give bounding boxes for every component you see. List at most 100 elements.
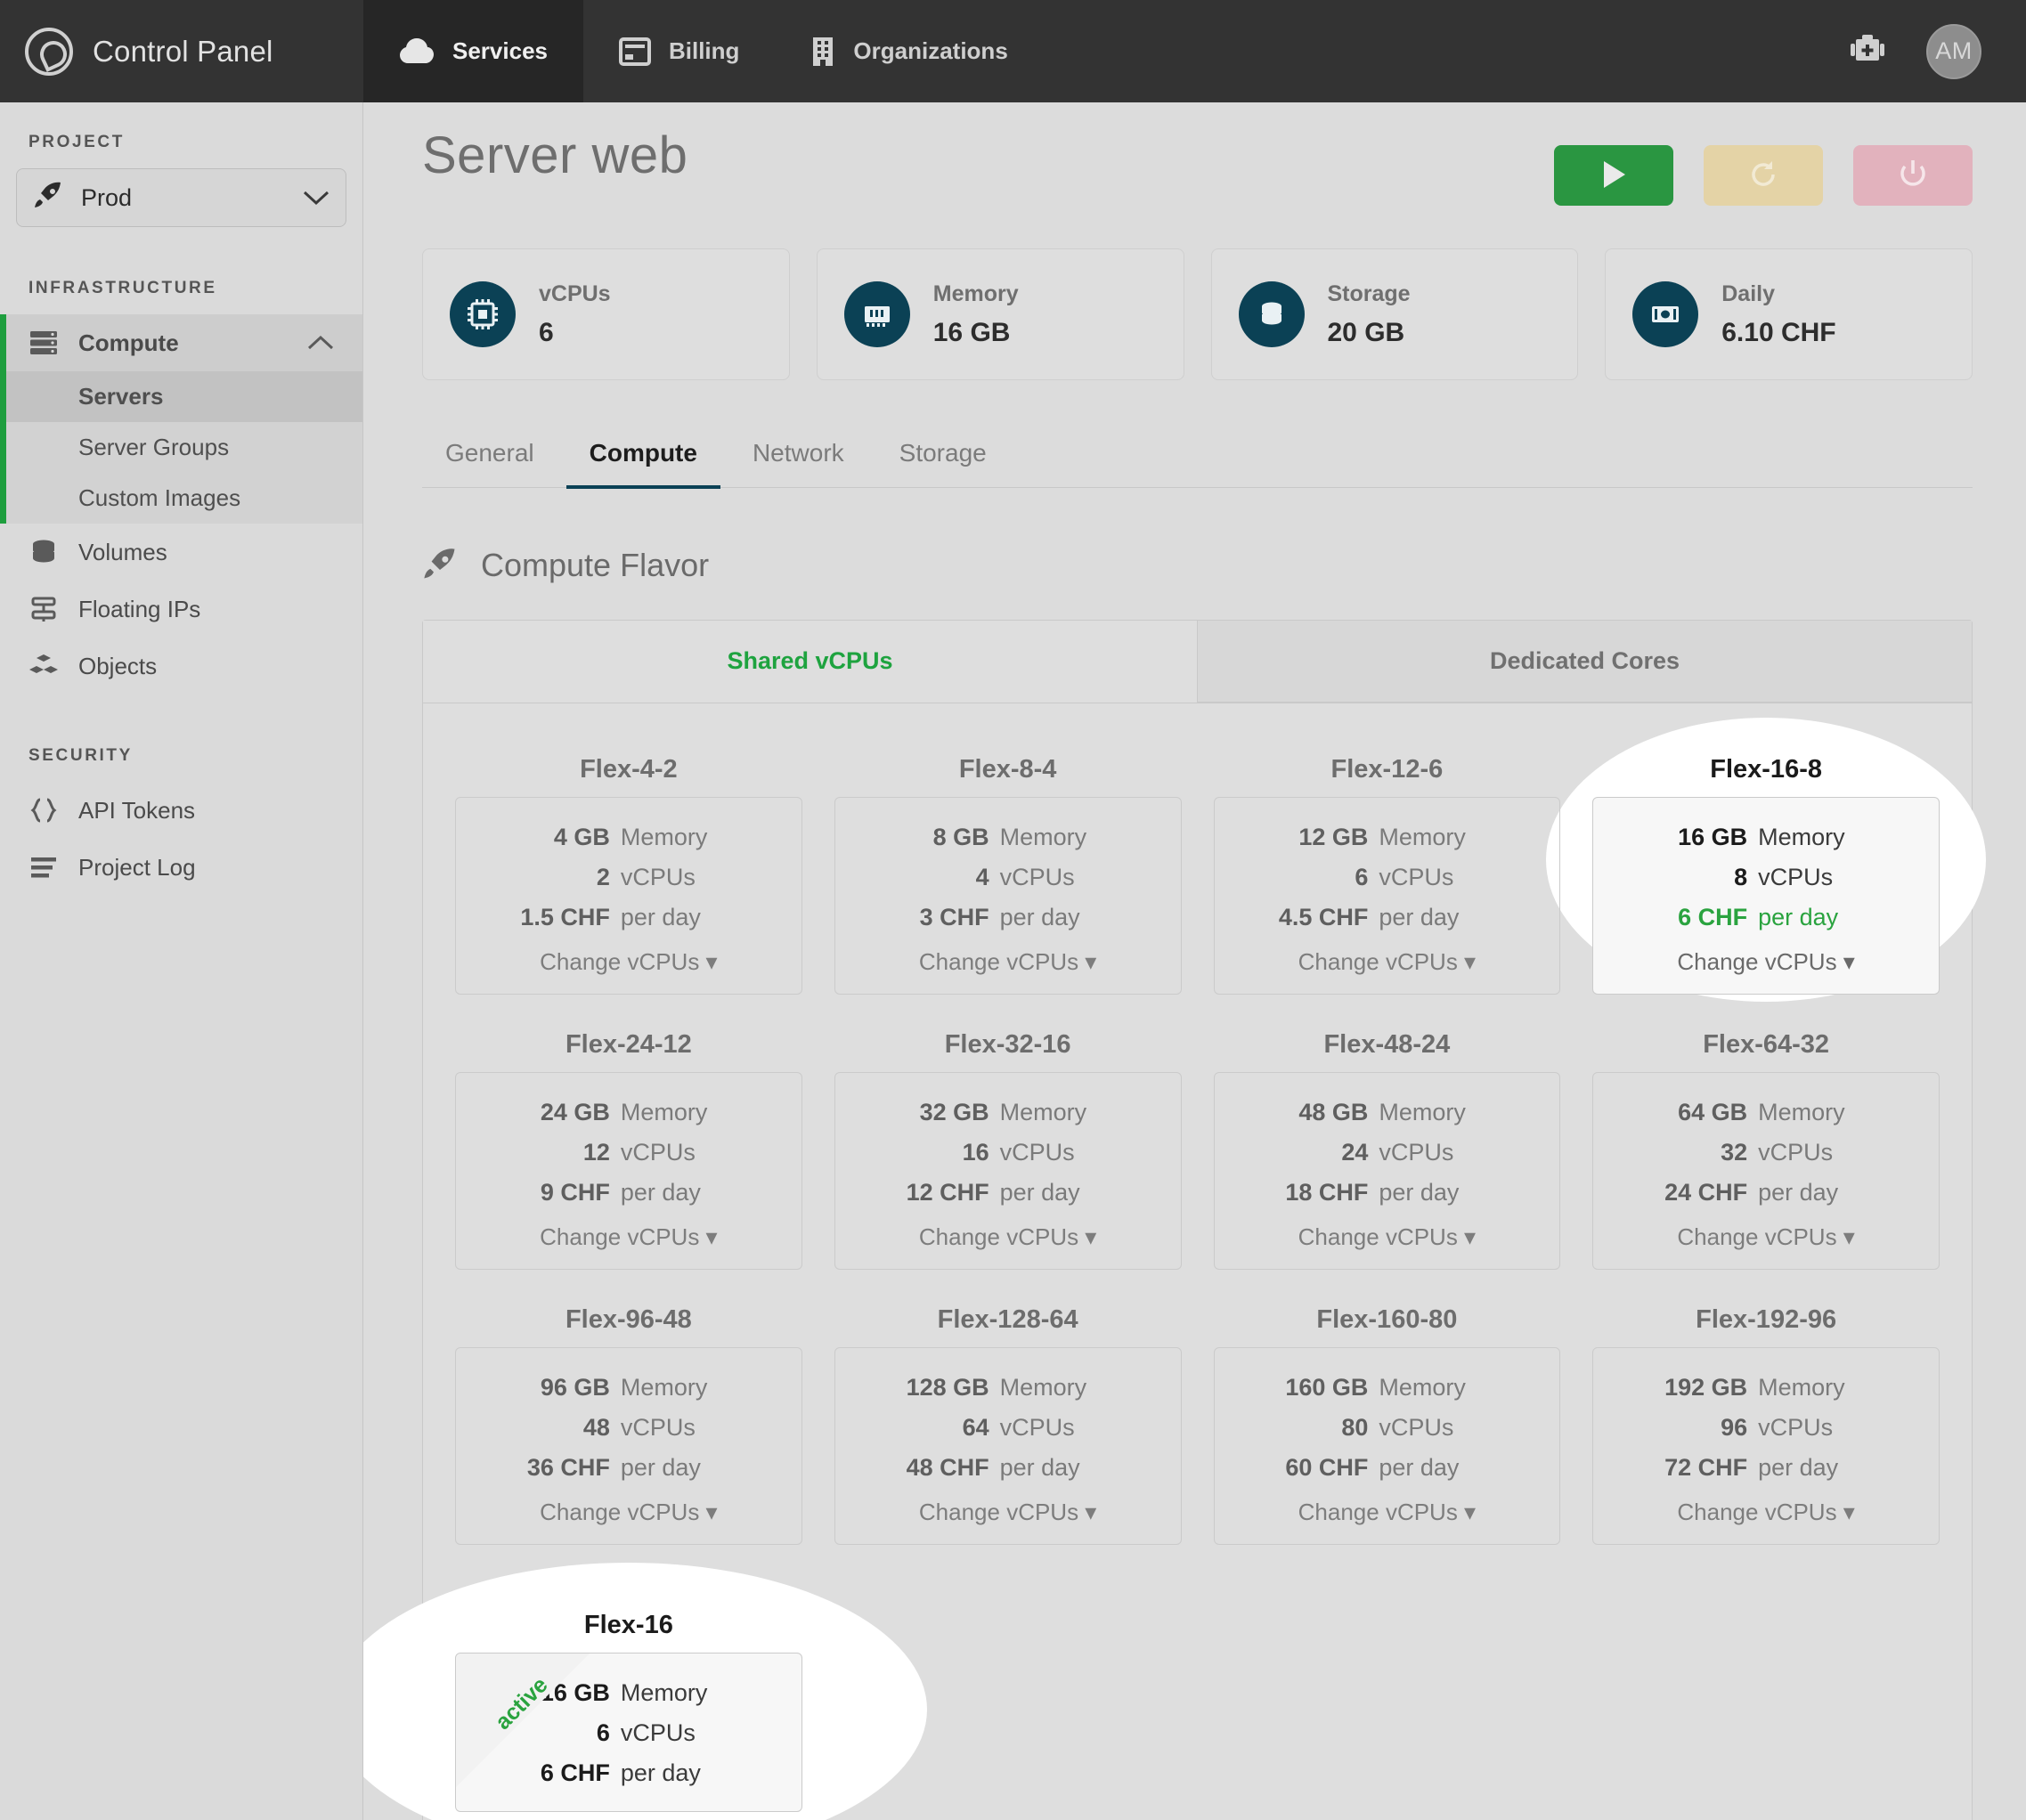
flavor-price-unit: per day — [1758, 1179, 1839, 1206]
flavor-price-unit: per day — [999, 1179, 1080, 1206]
flavor-price-unit: per day — [1758, 904, 1839, 930]
tab-storage[interactable]: Storage — [876, 430, 1010, 489]
flavor-card[interactable]: Flex-32-16 32 GB Memory 16 vCPUs 12 CHF per… — [834, 1009, 1182, 1284]
stat-card-memory: Memory 16 GB — [816, 248, 1184, 380]
flavor-name: Flex-24-12 — [565, 1030, 692, 1059]
change-vcpus-dropdown[interactable]: Change vCPUs ▾ — [477, 1488, 780, 1526]
sidebar-item-project-log[interactable]: Project Log — [0, 839, 362, 896]
nav-item-billing-label: Billing — [668, 37, 740, 64]
flavor-memory-row: 192 GB Memory — [1615, 1368, 1917, 1408]
flavor-vcpus-row: 48 vCPUs — [477, 1408, 780, 1448]
change-vcpus-dropdown[interactable]: Change vCPUs ▾ — [1236, 938, 1539, 976]
flavor-card[interactable]: Flex-4-2 4 GB Memory 2 vCPUs 1.5 CHF per da… — [455, 734, 802, 1009]
flavor-vcpus-value: 8 — [1734, 864, 1748, 890]
flavor-memory-value: 32 GB — [919, 1099, 989, 1125]
flavor-price-value: 12 CHF — [906, 1179, 989, 1206]
sidebar-item-objects[interactable]: Objects — [0, 638, 362, 695]
active-flavor-memory-unit: Memory — [620, 1679, 708, 1706]
brand[interactable]: Control Panel — [0, 0, 363, 102]
flavor-card[interactable]: Flex-192-96 192 GB Memory 96 vCPUs 72 CHF p… — [1592, 1284, 1940, 1559]
flavor-box: 96 GB Memory 48 vCPUs 36 CHF per day Change… — [455, 1347, 802, 1545]
change-vcpus-dropdown[interactable]: Change vCPUs ▾ — [1236, 1213, 1539, 1251]
nav-item-organizations[interactable]: Organizations — [775, 0, 1043, 102]
flavor-vcpus-value: 6 — [1355, 864, 1369, 890]
stop-server-button[interactable] — [1853, 145, 1973, 206]
change-vcpus-dropdown[interactable]: Change vCPUs ▾ — [1615, 938, 1917, 976]
change-vcpus-dropdown[interactable]: Change vCPUs ▾ — [477, 1213, 780, 1251]
tab-network[interactable]: Network — [729, 430, 867, 489]
flavor-card[interactable]: Flex-96-48 96 GB Memory 48 vCPUs 36 CHF per… — [455, 1284, 802, 1559]
tab-compute[interactable]: Compute — [565, 430, 720, 489]
flavor-name: Flex-48-24 — [1323, 1030, 1451, 1059]
flavor-memory-row: 64 GB Memory — [1615, 1093, 1917, 1133]
rocket-icon — [422, 548, 458, 584]
power-icon — [1899, 159, 1927, 192]
storage-icon — [1238, 281, 1305, 347]
flavor-price-value: 3 CHF — [919, 904, 989, 930]
flavor-memory-row: 48 GB Memory — [1236, 1093, 1539, 1133]
flavor-memory-row: 8 GB Memory — [857, 817, 1159, 857]
change-vcpus-dropdown[interactable]: Change vCPUs ▾ — [477, 938, 780, 976]
api-tokens-icon — [28, 798, 59, 823]
change-vcpus-dropdown[interactable]: Change vCPUs ▾ — [1236, 1488, 1539, 1526]
flavor-vcpus-unit: vCPUs — [1758, 1139, 1834, 1166]
change-vcpus-dropdown[interactable]: Change vCPUs ▾ — [1615, 1213, 1917, 1251]
flavor-card[interactable]: Flex-48-24 48 GB Memory 24 vCPUs 18 CHF per… — [1213, 1009, 1561, 1284]
flavor-memory-value: 8 GB — [932, 824, 989, 850]
change-vcpus-dropdown[interactable]: Change vCPUs ▾ — [857, 1213, 1159, 1251]
stat-card-memory-label: Memory — [932, 280, 1019, 306]
sidebar-item-volumes[interactable]: Volumes — [0, 524, 362, 581]
flavor-vcpus-unit: vCPUs — [999, 1139, 1075, 1166]
first-aid-kit-icon[interactable] — [1848, 30, 1887, 72]
sidebar-item-api-tokens[interactable]: API Tokens — [0, 782, 362, 839]
tab-general[interactable]: General — [422, 430, 557, 489]
tab-shared-vcpus[interactable]: Shared vCPUs — [423, 621, 1198, 703]
flavor-vcpus-unit: vCPUs — [620, 1414, 696, 1441]
project-select[interactable]: Prod — [16, 168, 346, 227]
avatar[interactable]: AM — [1926, 23, 1981, 79]
sidebar-item-custom-images[interactable]: Custom Images — [0, 473, 362, 524]
flavor-box: 4 GB Memory 2 vCPUs 1.5 CHF per day Change … — [455, 797, 802, 995]
active-flavor-vcpus-unit: vCPUs — [620, 1719, 696, 1746]
flavor-card[interactable]: Flex-160-80 160 GB Memory 80 vCPUs 60 CHF p… — [1213, 1284, 1561, 1559]
page-header: Server web — [422, 102, 1973, 206]
flavor-card[interactable]: Flex-16-8 16 GB Memory 8 vCPUs 6 CHF per da… — [1546, 718, 1986, 1009]
nav-item-billing[interactable]: Billing — [583, 0, 775, 102]
flavor-card[interactable]: Flex-64-32 64 GB Memory 32 vCPUs 24 CHF per… — [1592, 1009, 1940, 1284]
nav-item-services[interactable]: Services — [363, 0, 583, 102]
sidebar-item-floating-ips[interactable]: Floating IPs — [0, 581, 362, 638]
server-stats: vCPUs 6 Memory 16 GB Storage 20 GB Daily… — [422, 248, 1973, 380]
sidebar-item-floating-ips-label: Floating IPs — [78, 595, 201, 622]
flavor-box: 48 GB Memory 24 vCPUs 18 CHF per day Change… — [1213, 1072, 1561, 1270]
flavor-vcpus-row: 16 vCPUs — [857, 1133, 1159, 1173]
sidebar-item-server-groups[interactable]: Server Groups — [0, 422, 362, 473]
flavor-card[interactable]: Flex-8-4 8 GB Memory 4 vCPUs 3 CHF per day … — [834, 734, 1182, 1009]
flavor-vcpus-row: 6 vCPUs — [1236, 857, 1539, 898]
flavor-memory-row: 16 GB Memory — [1615, 817, 1917, 857]
sidebar-item-compute[interactable]: Compute — [0, 314, 362, 371]
flavor-vcpus-unit: vCPUs — [999, 864, 1075, 890]
flavor-vcpus-value: 24 — [1341, 1139, 1369, 1166]
change-vcpus-dropdown[interactable]: Change vCPUs ▾ — [857, 1488, 1159, 1526]
project-select-value: Prod — [81, 183, 133, 211]
flavor-price-value: 24 CHF — [1664, 1179, 1748, 1206]
change-vcpus-dropdown[interactable]: Change vCPUs ▾ — [1615, 1488, 1917, 1526]
flavor-price-unit: per day — [1379, 1179, 1460, 1206]
sidebar-item-servers[interactable]: Servers — [0, 371, 362, 422]
start-server-button[interactable] — [1554, 145, 1673, 206]
compute-flavor-section-header: Compute Flavor — [422, 547, 1973, 584]
control-panel-logo-icon — [25, 27, 73, 76]
flavor-vcpus-value: 12 — [582, 1139, 610, 1166]
flavor-price-row: 24 CHF per day — [1615, 1173, 1917, 1213]
flavor-card[interactable]: Flex-12-6 12 GB Memory 6 vCPUs 4.5 CHF per … — [1213, 734, 1561, 1009]
price-icon — [1632, 281, 1699, 347]
flavor-price-row: 1.5 CHF per day — [477, 898, 780, 938]
tab-dedicated-cores[interactable]: Dedicated Cores — [1198, 621, 1972, 703]
flavor-card[interactable]: Flex-24-12 24 GB Memory 12 vCPUs 9 CHF per … — [455, 1009, 802, 1284]
change-vcpus-dropdown[interactable]: Change vCPUs ▾ — [857, 938, 1159, 976]
active-flavor-card[interactable]: Flex-16 active 16 GB Memory 6 vCPUs 6 CHF p… — [455, 1589, 802, 1820]
flavor-card[interactable]: Flex-128-64 128 GB Memory 64 vCPUs 48 CHF p… — [834, 1284, 1182, 1559]
reboot-server-button[interactable] — [1704, 145, 1823, 206]
flavor-vcpus-value: 4 — [975, 864, 989, 890]
reload-icon — [1748, 159, 1778, 192]
